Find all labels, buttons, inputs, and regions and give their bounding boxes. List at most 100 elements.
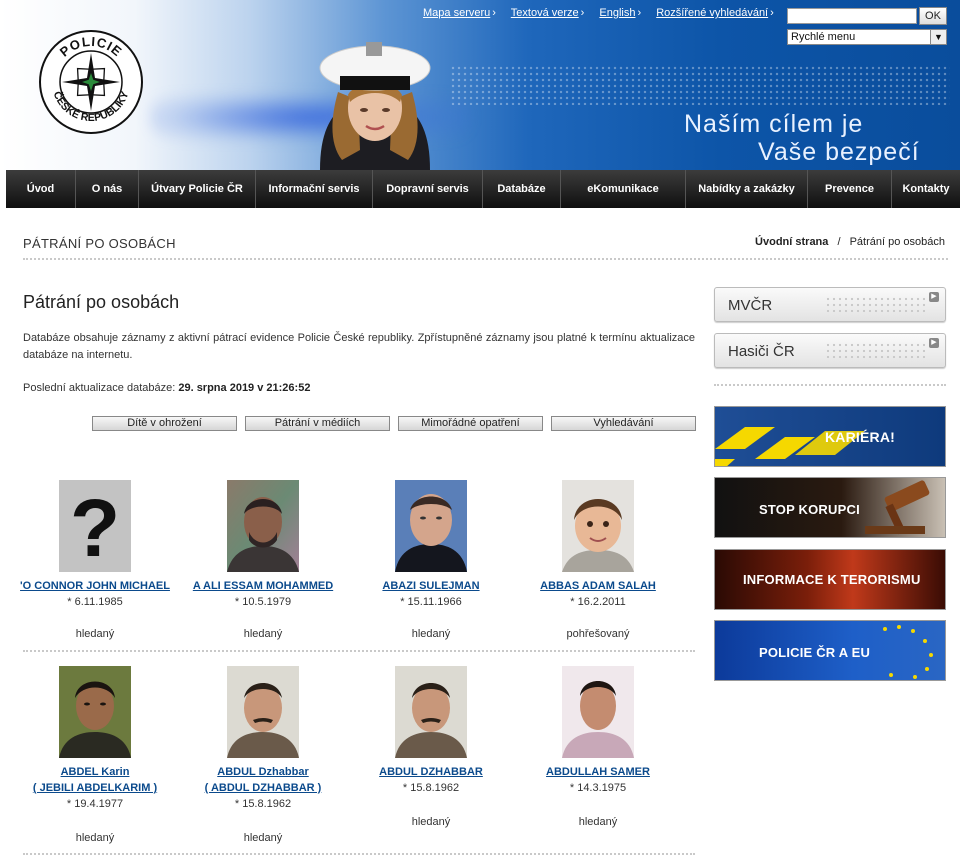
career-banner[interactable]: KARIÉRA! <box>714 406 946 467</box>
dot-pattern <box>825 296 925 316</box>
nav-item-prevention[interactable]: Prevence <box>808 170 892 208</box>
person-dob: * 15.11.1966 <box>400 596 462 608</box>
stop-corruption-text: STOP KORUPCI <box>759 502 860 517</box>
person-photo[interactable] <box>59 666 131 758</box>
svg-text:?: ? <box>70 483 120 572</box>
filter-extraordinary-button[interactable]: Mimořádné opatření <box>398 416 543 431</box>
dot-pattern <box>825 342 925 362</box>
terrorism-info-banner[interactable]: INFORMACE K TERORISMU <box>714 549 946 610</box>
nav-item-traffic-service[interactable]: Dopravní servis <box>373 170 483 208</box>
nav-item-contacts[interactable]: Kontakty <box>892 170 960 208</box>
person-name-link[interactable]: ABBAS ADAM SALAH <box>514 578 682 594</box>
main-title: Pátrání po osobách <box>23 292 180 312</box>
police-logo[interactable]: POLICIE ČESKÉ REPUBLIKY <box>38 29 144 135</box>
link-english[interactable]: English <box>599 7 641 19</box>
header-dot-pattern <box>450 65 950 105</box>
person-status: hledaný <box>75 832 115 844</box>
police-eu-text: POLICIE ČR A EU <box>759 645 871 660</box>
divider <box>23 650 695 652</box>
hasici-link-button[interactable]: Hasiči ČR ▶ <box>714 333 946 368</box>
link-sitemap[interactable]: Mapa serveru <box>423 7 496 19</box>
person-photo[interactable] <box>395 480 467 572</box>
person-name-link[interactable]: ABDUL DZHABBAR <box>347 764 515 780</box>
person-status: hledaný <box>411 816 451 828</box>
site-header: POLICIE ČESKÉ REPUBLIKY Naším cílem je V… <box>0 0 960 170</box>
nav-item-ecommunication[interactable]: eKomunikace <box>561 170 686 208</box>
officer-photo <box>319 42 431 170</box>
breadcrumb-home-link[interactable]: Úvodní strana <box>755 236 828 248</box>
filter-media-search-button[interactable]: Pátrání v médiích <box>245 416 390 431</box>
quick-menu-value: Rychlé menu <box>791 31 856 43</box>
breadcrumb: Úvodní strana / Pátrání po osobách <box>755 236 945 248</box>
person-alias-link[interactable]: ( JEBILI ABDELKARIM ) <box>11 780 179 796</box>
person-status: pohřešovaný <box>566 628 630 640</box>
mvcr-label: MVČR <box>728 297 773 314</box>
person-photo[interactable] <box>227 666 299 758</box>
person-card: ABBAS ADAM SALAH * 16.2.2011 pohřešovaný <box>514 480 682 640</box>
person-photo[interactable] <box>227 480 299 572</box>
filter-buttons: Dítě v ohrožení Pátrání v médiích Mimořá… <box>92 416 696 431</box>
person-dob: * 19.4.1977 <box>66 798 124 810</box>
breadcrumb-separator: / <box>837 236 841 248</box>
nav-item-offers[interactable]: Nabídky a zakázky <box>686 170 808 208</box>
quick-menu-select[interactable]: Rychlé menu ▼ <box>787 29 947 45</box>
top-links: Mapa serveru Textová verze English Rozší… <box>423 7 786 19</box>
arrow-right-icon: ▶ <box>929 338 939 348</box>
person-name-link[interactable]: ABDULLAH SAMER <box>514 764 682 780</box>
career-banner-text: KARIÉRA! <box>825 429 896 445</box>
person-status: hledaný <box>243 832 283 844</box>
person-name-link[interactable]: 'O CONNOR JOHN MICHAEL <box>11 578 179 594</box>
nav-item-home[interactable]: Úvod <box>6 170 76 208</box>
last-update: Poslední aktualizace databáze: 29. srpna… <box>23 382 310 394</box>
search-input[interactable] <box>787 8 917 24</box>
person-name-link[interactable]: ABDEL Karin <box>11 764 179 780</box>
person-card: ? 'O CONNOR JOHN MICHAEL * 6.11.1985 hle… <box>11 480 179 640</box>
nav-item-info-service[interactable]: Informační servis <box>256 170 373 208</box>
person-dob: * 16.2.2011 <box>570 596 626 608</box>
divider <box>23 258 948 260</box>
person-photo[interactable] <box>562 666 634 758</box>
arrow-right-icon: ▶ <box>929 292 939 302</box>
person-dob: * 15.8.1962 <box>402 782 460 794</box>
stop-corruption-banner[interactable]: STOP KORUPCI <box>714 477 946 538</box>
filter-search-button[interactable]: Vyhledávání <box>551 416 696 431</box>
chevron-down-icon: ▼ <box>930 30 946 44</box>
filter-child-in-danger-button[interactable]: Dítě v ohrožení <box>92 416 237 431</box>
slogan-line-2: Vaše bezpečí <box>758 138 920 166</box>
person-name-link[interactable]: ABDUL Dzhabbar <box>179 764 347 780</box>
nav-item-databases[interactable]: Databáze <box>483 170 561 208</box>
breadcrumb-current: Pátrání po osobách <box>849 236 945 248</box>
main-nav: Úvod O nás Útvary Policie ČR Informační … <box>6 170 960 208</box>
person-dob: * 15.8.1962 <box>234 798 292 810</box>
slogan-line-1: Naším cílem je <box>684 110 864 138</box>
link-text-version[interactable]: Textová verze <box>511 7 585 19</box>
link-advanced-search[interactable]: Rozšířené vyhledávání <box>656 7 774 19</box>
person-name-link[interactable]: A ALI ESSAM MOHAMMED <box>179 578 347 594</box>
nav-item-units[interactable]: Útvary Policie ČR <box>139 170 256 208</box>
person-card: ABDUL DZHABBAR * 15.8.1962 hledaný <box>347 666 515 828</box>
page-description: Databáze obsahuje záznamy z aktivní pátr… <box>23 332 695 361</box>
person-status: hledaný <box>411 628 451 640</box>
last-update-label: Poslední aktualizace databáze: <box>23 382 176 394</box>
person-card: A ALI ESSAM MOHAMMED * 10.5.1979 hledaný <box>179 480 347 640</box>
person-name-link[interactable]: ABAZI SULEJMAN <box>347 578 515 594</box>
person-alias-link[interactable]: ( ABDUL DZHABBAR ) <box>179 780 347 796</box>
header-slogan: Naším cílem je Vaše bezpečí <box>684 110 934 166</box>
nav-item-about[interactable]: O nás <box>76 170 139 208</box>
hasici-label: Hasiči ČR <box>728 343 795 360</box>
police-eu-banner[interactable]: POLICIE ČR A EU <box>714 620 946 681</box>
divider <box>23 853 695 855</box>
person-status: hledaný <box>243 628 283 640</box>
person-photo[interactable] <box>562 480 634 572</box>
page-heading: PÁTRÁNÍ PO OSOBÁCH <box>23 236 176 251</box>
mvcr-link-button[interactable]: MVČR ▶ <box>714 287 946 322</box>
person-photo[interactable]: ? <box>59 480 131 572</box>
person-dob: * 14.3.1975 <box>569 782 627 794</box>
terrorism-info-text: INFORMACE K TERORISMU <box>743 572 921 587</box>
search-ok-button[interactable]: OK <box>919 7 947 25</box>
person-card: ABDULLAH SAMER * 14.3.1975 hledaný <box>514 666 682 828</box>
person-card: ABDUL Dzhabbar ( ABDUL DZHABBAR ) * 15.8… <box>179 666 347 844</box>
last-update-value: 29. srpna 2019 v 21:26:52 <box>178 382 311 394</box>
person-card: ABAZI SULEJMAN * 15.11.1966 hledaný <box>347 480 515 640</box>
person-photo[interactable] <box>395 666 467 758</box>
